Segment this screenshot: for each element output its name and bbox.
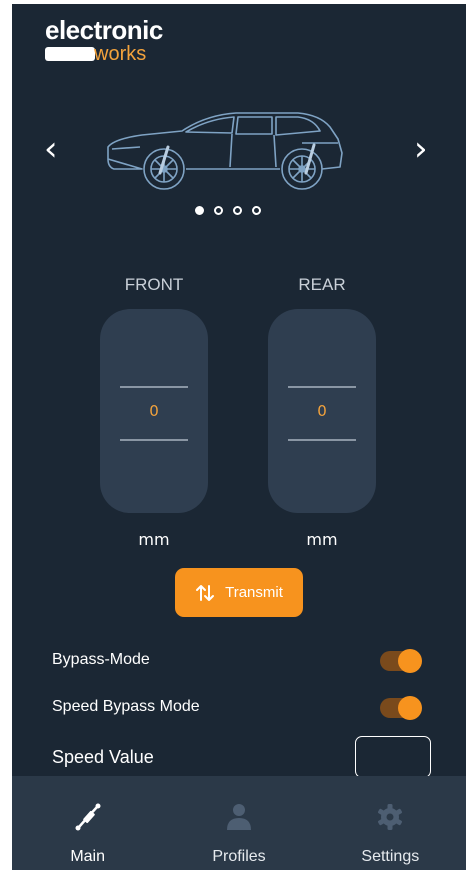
tab-profiles[interactable]: Profiles	[163, 776, 314, 870]
transmit-button[interactable]: Transmit	[175, 568, 303, 617]
previous-car-button[interactable]: ‹	[44, 132, 58, 166]
brand-logo: electronic works	[45, 16, 163, 64]
tab-settings-label: Settings	[361, 848, 420, 865]
shock-absorber-icon	[73, 802, 103, 832]
speed-value-label: Speed Value	[52, 747, 154, 767]
next-car-button[interactable]: ›	[414, 132, 428, 166]
logo-text-top: electronic	[45, 15, 163, 45]
front-height-value: 0	[149, 402, 159, 420]
tab-settings[interactable]: Settings	[315, 776, 466, 870]
page-dot[interactable]	[195, 206, 204, 215]
gear-icon	[376, 802, 404, 832]
swap-vertical-icon	[196, 584, 215, 601]
speed-bypass-mode-label: Speed Bypass Mode	[52, 698, 200, 715]
speed-bypass-mode-toggle[interactable]	[380, 696, 422, 720]
logo-mark	[45, 47, 95, 61]
tab-main[interactable]: Main	[12, 776, 163, 870]
front-axle-label: FRONT	[124, 275, 184, 294]
speed-value-input[interactable]	[355, 736, 431, 778]
page-dot[interactable]	[233, 206, 242, 215]
bottom-navigation: Main Profiles Settings	[12, 776, 466, 870]
user-icon	[226, 802, 252, 832]
car-illustration	[107, 112, 343, 190]
front-unit-label: mm	[138, 530, 170, 549]
bypass-mode-toggle[interactable]	[380, 649, 422, 673]
rear-unit-label: mm	[306, 530, 338, 549]
page-dot[interactable]	[214, 206, 223, 215]
front-height-picker[interactable]: 0	[100, 309, 208, 513]
app-screen: electronic works ‹ › FRONT 0 mm REAR 0 m…	[12, 4, 466, 870]
tab-profiles-label: Profiles	[212, 848, 266, 865]
carousel-pagination	[195, 206, 261, 215]
transmit-label: Transmit	[225, 584, 283, 601]
tab-main-label: Main	[70, 848, 105, 865]
page-dot[interactable]	[252, 206, 261, 215]
rear-height-value: 0	[317, 402, 327, 420]
logo-text-bottom: works	[94, 43, 147, 65]
rear-axle-label: REAR	[298, 275, 346, 294]
rear-height-picker[interactable]: 0	[268, 309, 376, 513]
bypass-mode-label: Bypass-Mode	[52, 651, 150, 668]
